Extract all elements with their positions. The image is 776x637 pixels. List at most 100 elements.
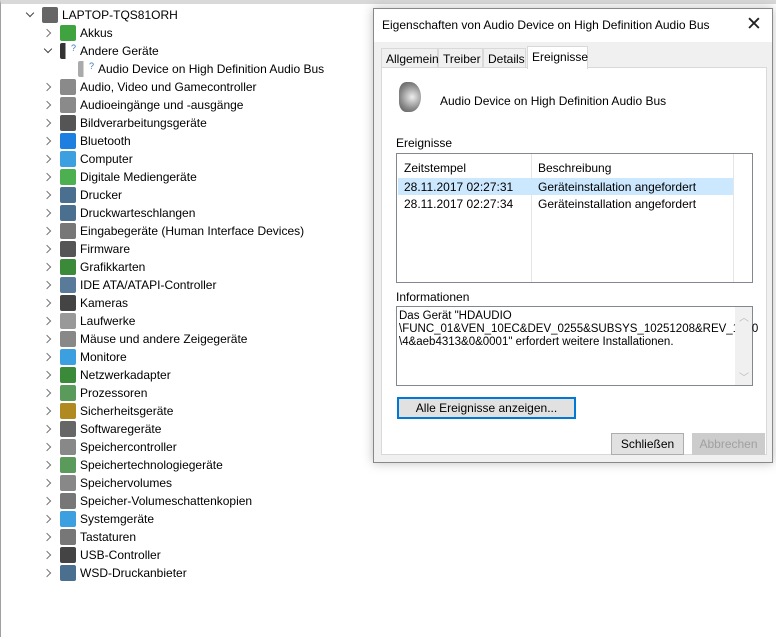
tree-root[interactable]: LAPTOP-TQS81ORH [24, 6, 178, 24]
speaker-icon [60, 97, 76, 113]
chevron-right-icon[interactable] [42, 243, 54, 255]
event-desc: Geräteinstallation angefordert [538, 197, 697, 211]
tree-item[interactable]: Speichervolumes [42, 474, 172, 492]
chevron-down-icon[interactable] [24, 9, 36, 21]
tree-item[interactable]: Digitale Mediengeräte [42, 168, 197, 186]
tree-item-label: Laufwerke [80, 314, 136, 328]
chevron-right-icon[interactable] [42, 297, 54, 309]
tree-item[interactable]: Speichertechnologiegeräte [42, 456, 223, 474]
tree-item[interactable]: Tastaturen [42, 528, 136, 546]
chevron-right-icon[interactable] [42, 441, 54, 453]
event-row[interactable]: 28.11.2017 02:27:31 Geräteinstallation a… [398, 178, 733, 195]
tree-item[interactable]: WSD-Druckanbieter [42, 564, 187, 582]
chevron-right-icon[interactable] [42, 531, 54, 543]
chevron-right-icon[interactable] [42, 387, 54, 399]
chevron-right-icon[interactable] [42, 81, 54, 93]
events-list[interactable]: Zeitstempel Beschreibung 28.11.2017 02:2… [396, 153, 753, 283]
tree-item[interactable]: Monitore [42, 348, 127, 366]
chevron-right-icon[interactable] [42, 495, 54, 507]
tree-item[interactable]: Druckwarteschlangen [42, 204, 195, 222]
tab-allgemein[interactable]: Allgemein [381, 48, 439, 68]
tree-item[interactable]: Firmware [42, 240, 130, 258]
chevron-right-icon[interactable] [42, 189, 54, 201]
tree-item-label: Kameras [80, 296, 129, 310]
chevron-right-icon[interactable] [42, 27, 54, 39]
tree-item[interactable]: Audio, Video und Gamecontroller [42, 78, 257, 96]
info-label: Informationen [396, 290, 470, 304]
tree-item[interactable]: Netzwerkadapter [42, 366, 171, 384]
chevron-right-icon[interactable] [42, 333, 54, 345]
chevron-right-icon[interactable] [42, 279, 54, 291]
tree-item[interactable]: Speichercontroller [42, 438, 177, 456]
close-button[interactable]: Schließen [611, 433, 684, 455]
tree-item-label: Drucker [80, 188, 123, 202]
unknown-device-icon: ? [60, 43, 76, 59]
tree-item-label: Speichervolumes [80, 476, 173, 490]
column-header-zeitstempel[interactable]: Zeitstempel [404, 161, 466, 175]
tree-item[interactable]: Bluetooth [42, 132, 131, 150]
processor-icon [60, 385, 76, 401]
scroll-up-icon[interactable]: ︿ [739, 309, 749, 324]
printer-icon [60, 205, 76, 221]
chevron-down-icon[interactable] [42, 45, 54, 57]
tree-item-label: Audio, Video und Gamecontroller [80, 80, 257, 94]
chevron-right-icon[interactable] [42, 459, 54, 471]
tree-item[interactable]: Systemgeräte [42, 510, 154, 528]
firmware-icon [60, 241, 76, 257]
chevron-right-icon[interactable] [42, 423, 54, 435]
tree-item-label: Speichertechnologiegeräte [80, 458, 223, 472]
tree-item[interactable]: Akkus [42, 24, 113, 42]
chevron-right-icon[interactable] [42, 171, 54, 183]
chevron-right-icon[interactable] [42, 225, 54, 237]
tab-treiber[interactable]: Treiber [438, 48, 483, 68]
chevron-right-icon[interactable] [42, 135, 54, 147]
scroll-down-icon[interactable]: ﹀ [739, 369, 749, 384]
monitor-icon [60, 349, 76, 365]
tree-item[interactable]: ? Audio Device on High Definition Audio B… [60, 60, 324, 78]
tree-item[interactable]: ? Andere Geräte [42, 42, 159, 60]
info-scrollbar[interactable]: ︿ ﹀ [735, 307, 752, 385]
tree-item[interactable]: Mäuse und andere Zeigegeräte [42, 330, 247, 348]
tree-item[interactable]: Grafikkarten [42, 258, 145, 276]
ide-controller-icon [60, 277, 76, 293]
info-textbox[interactable]: Das Gerät "HDAUDIO \FUNC_01&VEN_10EC&DEV… [396, 306, 758, 386]
chevron-right-icon[interactable] [42, 369, 54, 381]
tree-item[interactable]: IDE ATA/ATAPI-Controller [42, 276, 216, 294]
tree-item-label: IDE ATA/ATAPI-Controller [80, 278, 217, 292]
chevron-right-icon[interactable] [42, 315, 54, 327]
tree-item[interactable]: USB-Controller [42, 546, 161, 564]
chevron-right-icon[interactable] [42, 351, 54, 363]
tree-item[interactable]: Kameras [42, 294, 128, 312]
chevron-right-icon[interactable] [42, 513, 54, 525]
tree-item[interactable]: Prozessoren [42, 384, 147, 402]
chevron-right-icon[interactable] [42, 117, 54, 129]
volume-icon [60, 493, 76, 509]
tree-item[interactable]: Sicherheitsgeräte [42, 402, 173, 420]
tree-item[interactable]: Drucker [42, 186, 122, 204]
tree-item-label: Grafikkarten [80, 260, 146, 274]
chevron-right-icon[interactable] [42, 567, 54, 579]
tree-item[interactable]: Bildverarbeitungsgeräte [42, 114, 207, 132]
chevron-right-icon[interactable] [42, 261, 54, 273]
tree-item[interactable]: Audioeingänge und -ausgänge [42, 96, 243, 114]
chevron-right-icon[interactable] [42, 207, 54, 219]
cancel-button[interactable]: Abbrechen [692, 433, 765, 455]
event-row[interactable]: 28.11.2017 02:27:34 Geräteinstallation a… [398, 195, 733, 212]
chevron-right-icon[interactable] [42, 99, 54, 111]
usb-icon [60, 547, 76, 563]
chevron-right-icon[interactable] [42, 477, 54, 489]
tree-item-label: Mäuse und andere Zeigegeräte [80, 332, 248, 346]
chevron-right-icon[interactable] [42, 153, 54, 165]
tree-item[interactable]: Laufwerke [42, 312, 135, 330]
tree-item[interactable]: Speicher-Volumeschattenkopien [42, 492, 252, 510]
chevron-right-icon[interactable] [42, 549, 54, 561]
tree-item[interactable]: Softwaregeräte [42, 420, 161, 438]
chevron-right-icon[interactable] [42, 405, 54, 417]
tab-ereignisse[interactable]: Ereignisse [527, 46, 588, 69]
tree-item[interactable]: Computer [42, 150, 133, 168]
column-header-beschreibung[interactable]: Beschreibung [538, 161, 611, 175]
tab-details[interactable]: Details [483, 48, 526, 68]
show-all-events-button[interactable]: Alle Ereignisse anzeigen... [397, 397, 576, 419]
tree-item[interactable]: Eingabegeräte (Human Interface Devices) [42, 222, 304, 240]
close-icon[interactable]: ✕ [746, 13, 762, 36]
